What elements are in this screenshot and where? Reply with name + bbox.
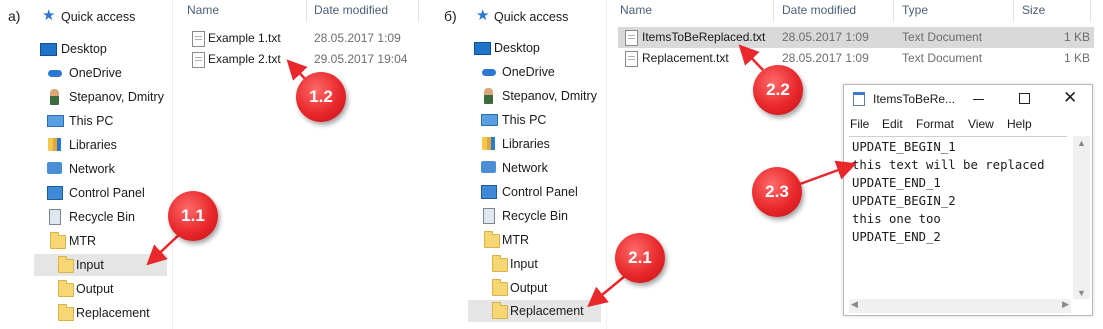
arrow-2-3 xyxy=(799,160,857,186)
marker-2-1: 2.1 xyxy=(615,233,665,283)
annotation-arrows xyxy=(146,44,857,308)
arrow-2-1 xyxy=(587,275,626,308)
marker-1-1: 1.1 xyxy=(168,191,218,241)
marker-2-3: 2.3 xyxy=(752,167,802,217)
arrow-2-2 xyxy=(738,44,764,71)
arrow-1-1 xyxy=(146,231,183,266)
marker-1-2: 1.2 xyxy=(296,72,346,122)
marker-2-2: 2.2 xyxy=(753,65,803,115)
